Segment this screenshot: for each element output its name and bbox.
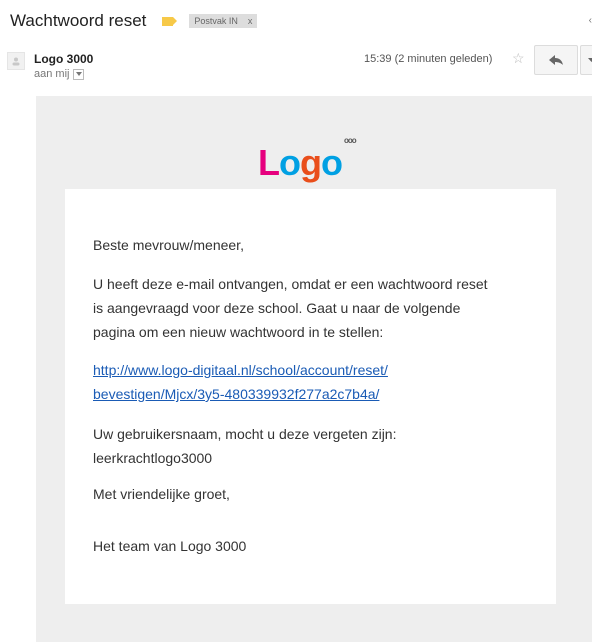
star-icon[interactable]: ☆ (512, 51, 525, 65)
label-remove-button[interactable]: x (248, 16, 253, 26)
person-icon (12, 57, 20, 66)
label-name[interactable]: Postvak IN (194, 16, 238, 26)
sender-name[interactable]: Logo 3000 (34, 52, 93, 66)
avatar[interactable] (7, 52, 25, 70)
logo-letter: g (300, 142, 322, 183)
intro-line: pagina om een nieuw wachtwoord in te ste… (93, 324, 384, 340)
signature: Het team van Logo 3000 (93, 538, 247, 554)
username-paragraph: Uw gebruikersnaam, mocht u deze vergeten… (93, 422, 533, 470)
logo-wordmark: L o g o ooo (258, 120, 368, 184)
reset-link-line[interactable]: bevestigen/Mjcx/3y5-480339932f277a2c7b4a… (93, 386, 379, 402)
logo-suffix: ooo (344, 136, 357, 145)
email-body: L o g o ooo Beste mevrouw/meneer, U heef… (36, 96, 592, 642)
more-actions-button[interactable] (580, 45, 592, 75)
chevron-down-icon (587, 58, 592, 62)
reply-icon (549, 55, 563, 65)
intro-line: U heeft deze e-mail ontvangen, omdat er … (93, 276, 488, 292)
logo-letter: L (258, 142, 280, 183)
username-label: Uw gebruikersnaam, mocht u deze vergeten… (93, 426, 397, 442)
reset-link-line[interactable]: http://www.logo-digitaal.nl/school/accou… (93, 362, 388, 378)
greeting: Beste mevrouw/meneer, (93, 237, 244, 253)
show-details-button[interactable] (73, 68, 85, 80)
intro-paragraph: U heeft deze e-mail ontvangen, omdat er … (93, 272, 533, 344)
username-value: leerkrachtlogo3000 (93, 450, 213, 466)
subject-row: Wachtwoord reset Postvak IN x (10, 8, 258, 34)
logo-letter: o (321, 142, 343, 183)
closing: Met vriendelijke groet, (93, 486, 230, 502)
message-card: Beste mevrouw/meneer, U heeft deze e-mai… (65, 189, 556, 604)
logo: L o g o ooo (258, 120, 368, 183)
logo-letter: o (279, 142, 301, 183)
email-subject: Wachtwoord reset (10, 11, 147, 30)
edge-dot-icon: ‹ (588, 15, 592, 26)
intro-line: is aangevraagd voor deze school. Gaat u … (93, 300, 461, 316)
reset-link-paragraph: http://www.logo-digitaal.nl/school/accou… (93, 358, 533, 406)
reset-link[interactable]: http://www.logo-digitaal.nl/school/accou… (93, 362, 388, 402)
recipient-row: aan mij (34, 68, 85, 80)
label-chip[interactable]: Postvak IN x (189, 14, 258, 28)
message-time: 15:39 (2 minuten geleden) (364, 53, 493, 65)
recipient-text: aan mij (34, 68, 70, 80)
reply-button[interactable] (534, 45, 578, 75)
important-marker-icon[interactable] (162, 16, 178, 26)
chevron-down-icon (75, 72, 82, 76)
